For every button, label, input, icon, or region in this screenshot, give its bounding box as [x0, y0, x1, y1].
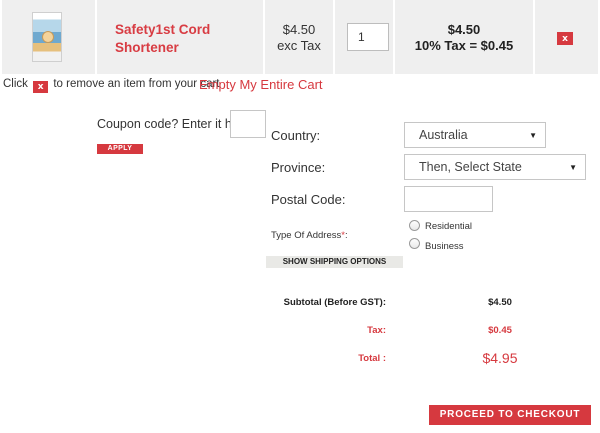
product-thumbnail[interactable]: [32, 12, 62, 62]
remove-hint-suffix: to remove an item from your cart: [53, 78, 220, 90]
radio-business-label[interactable]: Business: [425, 241, 464, 252]
line-tax-value: 10% Tax = $0.45: [414, 38, 514, 53]
country-select[interactable]: Australia ▼: [404, 122, 546, 148]
radio-business[interactable]: [409, 238, 420, 249]
cart-item-row: Safety1st Cord Shortener $4.50 exc Tax $…: [0, 0, 598, 74]
empty-cart-link[interactable]: Empty My Entire Cart: [199, 77, 323, 92]
chevron-down-icon: ▼: [529, 131, 537, 140]
radio-residential[interactable]: [409, 220, 420, 231]
product-image-cell: [2, 0, 95, 74]
province-select[interactable]: Then, Select State ▼: [404, 154, 586, 180]
total-label: Total :: [358, 353, 386, 364]
postal-code-input[interactable]: [404, 186, 493, 212]
unit-price-cell: $4.50 exc Tax: [265, 0, 333, 74]
remove-item-button[interactable]: x: [557, 32, 573, 45]
remove-hint-prefix: Click: [3, 78, 28, 90]
unit-price-value: $4.50: [282, 22, 316, 37]
quantity-cell: [335, 0, 393, 74]
address-type-label: Type Of Address*:: [271, 230, 348, 241]
country-label: Country:: [271, 128, 321, 143]
unit-price: $4.50 exc Tax: [265, 22, 333, 54]
radio-residential-label[interactable]: Residential: [425, 221, 472, 232]
remove-hint: Click x to remove an item from your cart: [3, 78, 220, 93]
postal-code-label: Postal Code:: [271, 192, 346, 207]
quantity-input[interactable]: [347, 23, 389, 51]
line-total-cell: $4.50 10% Tax = $0.45: [395, 0, 533, 74]
tax-label: Tax:: [367, 325, 386, 336]
proceed-to-checkout-button[interactable]: PROCEED TO CHECKOUT: [429, 405, 591, 425]
country-select-value: Australia: [419, 128, 468, 142]
province-label: Province:: [271, 160, 326, 175]
coupon-input[interactable]: [230, 110, 266, 138]
remove-cell: x: [535, 0, 598, 74]
product-name-cell: Safety1st Cord Shortener: [97, 0, 263, 74]
tax-value: $0.45: [488, 325, 512, 336]
line-total-value: $4.50: [447, 22, 481, 37]
product-name-link[interactable]: Safety1st Cord Shortener: [115, 21, 255, 57]
unit-price-note: exc Tax: [277, 38, 321, 53]
apply-coupon-button[interactable]: APPLY: [97, 144, 143, 154]
address-type-label-text: Type Of Address: [271, 230, 342, 241]
subtotal-label: Subtotal (Before GST):: [283, 297, 386, 308]
show-shipping-options-button[interactable]: SHOW SHIPPING OPTIONS: [266, 256, 403, 268]
address-type-colon: :: [344, 230, 348, 241]
close-icon: x: [33, 81, 49, 93]
province-select-value: Then, Select State: [419, 160, 522, 174]
line-total: $4.50 10% Tax = $0.45: [395, 22, 533, 54]
subtotal-value: $4.50: [488, 297, 512, 308]
chevron-down-icon: ▼: [569, 163, 577, 172]
total-value: $4.95: [482, 350, 518, 366]
